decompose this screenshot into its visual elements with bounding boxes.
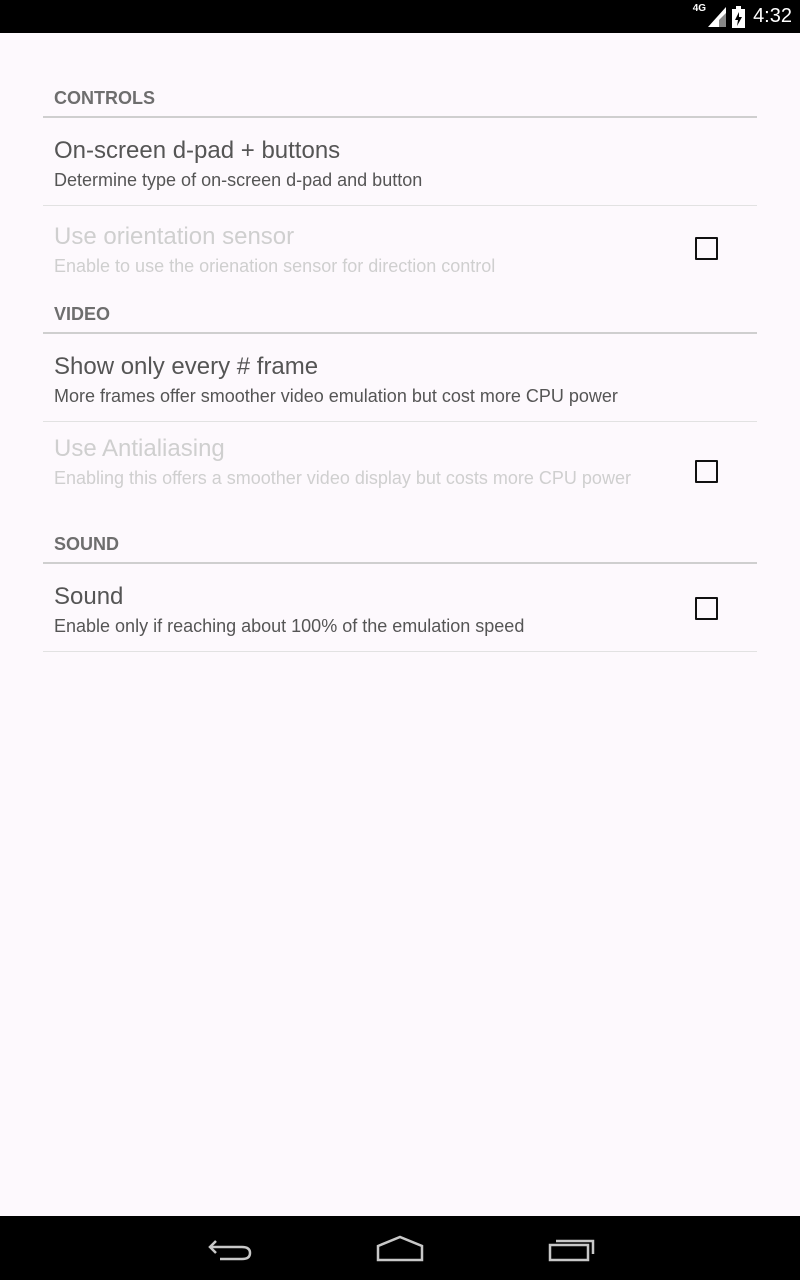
antialiasing-checkbox[interactable] — [695, 460, 718, 483]
recents-icon[interactable] — [546, 1230, 598, 1266]
battery-icon — [732, 5, 746, 28]
pref-summary: More frames offer smoother video emulati… — [54, 386, 618, 406]
status-icons: 4G 4:32 — [693, 0, 792, 33]
pref-title: Sound — [54, 583, 124, 610]
sound-checkbox[interactable] — [695, 597, 718, 620]
item-divider — [43, 421, 757, 422]
signal-icon — [708, 6, 727, 27]
item-divider — [43, 205, 757, 206]
preferences-list: CONTROLS On-screen d-pad + buttons Deter… — [0, 33, 800, 1216]
pref-summary: Enable to use the orienation sensor for … — [54, 256, 496, 276]
section-header-sound: SOUND — [54, 534, 120, 554]
network-type-label: 4G — [692, 3, 707, 14]
section-divider — [43, 562, 757, 564]
pref-title: Use Antialiasing — [54, 435, 225, 462]
pref-summary: Enable only if reaching about 100% of th… — [54, 616, 525, 636]
pref-summary: Enabling this offers a smoother video di… — [54, 468, 631, 488]
status-bar: 4G 4:32 — [0, 0, 800, 33]
section-divider — [43, 116, 757, 118]
section-header-controls: CONTROLS — [54, 88, 155, 108]
item-divider — [43, 651, 757, 652]
pref-summary: Determine type of on-screen d-pad and bu… — [54, 170, 423, 190]
pref-title: Show only every # frame — [54, 353, 319, 380]
section-header-video: VIDEO — [54, 304, 111, 324]
pref-title: On-screen d-pad + buttons — [54, 137, 341, 164]
navigation-bar — [0, 1216, 800, 1280]
pref-title: Use orientation sensor — [54, 223, 295, 250]
back-icon[interactable] — [204, 1230, 254, 1266]
section-divider — [43, 332, 757, 334]
home-icon[interactable] — [374, 1230, 426, 1266]
orientation-sensor-checkbox[interactable] — [695, 237, 718, 260]
status-clock: 4:32 — [753, 5, 792, 27]
